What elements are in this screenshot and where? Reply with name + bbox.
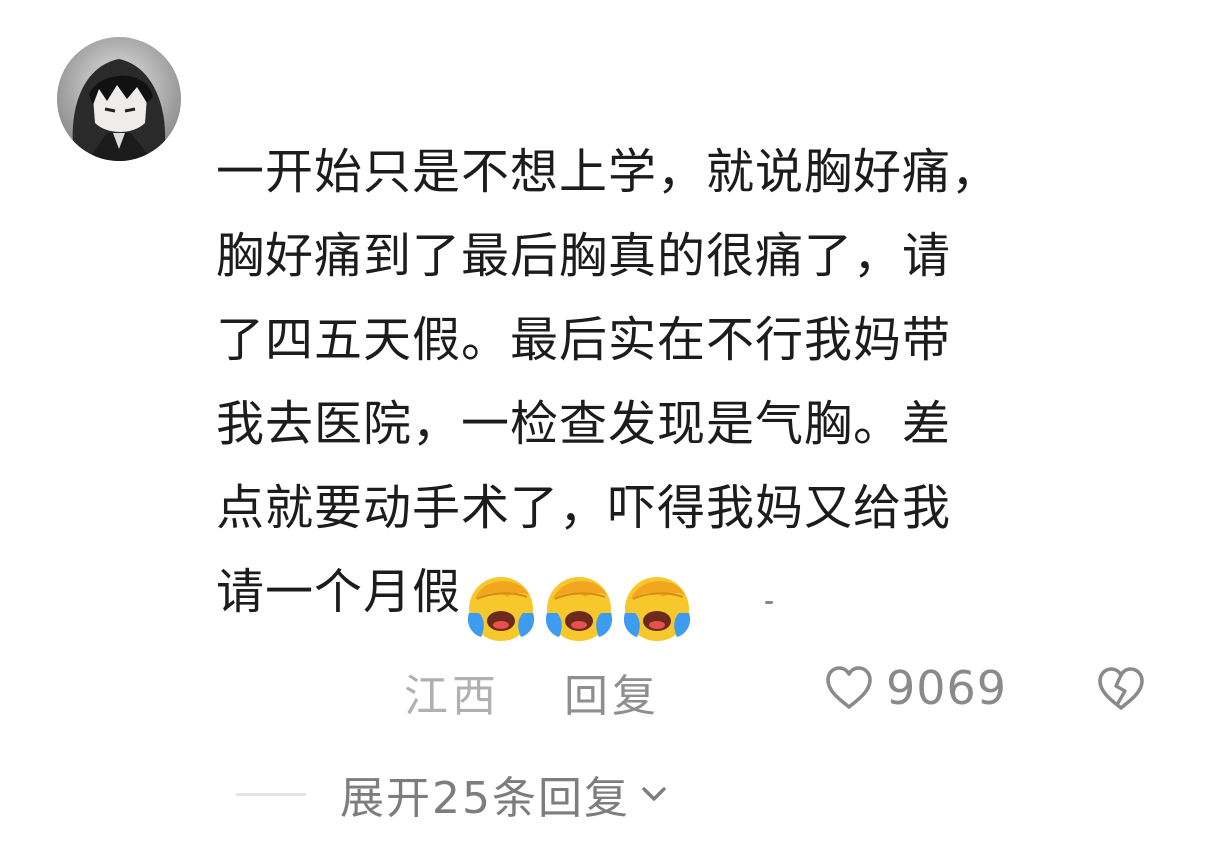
comment-meta: 江西 回复 9069 [404, 656, 1164, 722]
reply-button[interactable]: 回复 [564, 660, 660, 724]
divider [236, 792, 306, 796]
chevron-down-icon [642, 787, 666, 801]
expand-replies-button[interactable]: 展开25条回复 [340, 762, 672, 826]
expand-replies-label: 展开25条回复 [340, 773, 630, 824]
heart-outline-icon [826, 666, 872, 709]
comment-line: 一开始只是不想上学，就说胸好痛， [216, 144, 1001, 200]
like-button[interactable]: 9069 [822, 656, 1007, 720]
location-label: 江西 [404, 671, 500, 722]
comment-line: 胸好痛到了最后胸真的很痛了，请 [216, 228, 952, 284]
face-palm-crying-emoji [545, 577, 613, 641]
comment-text: 一开始只是不想上学，就说胸好痛， 胸好痛到了最后胸真的很痛了，请 了四五天假。最… [216, 130, 1156, 646]
comment-line-last: 请一个月假 [216, 550, 1156, 646]
avatar-image [57, 37, 181, 161]
face-palm-crying-emoji [623, 577, 691, 641]
decorative-dot [765, 601, 773, 604]
emoji-group [463, 562, 697, 646]
comment-line: 了四五天假。最后实在不行我妈带 [216, 312, 952, 368]
broken-heart-icon[interactable] [1094, 662, 1148, 716]
comment-line: 我去医院，一检查发现是气胸。差 [216, 396, 952, 452]
comment-line-text: 请一个月假 [216, 564, 462, 620]
like-count: 9069 [886, 661, 1008, 715]
face-palm-crying-emoji [467, 577, 535, 641]
avatar[interactable] [57, 37, 181, 161]
comment-line: 点就要动手术了，吓得我妈又给我 [216, 480, 952, 536]
expand-replies-row: 展开25条回复 [236, 762, 672, 826]
